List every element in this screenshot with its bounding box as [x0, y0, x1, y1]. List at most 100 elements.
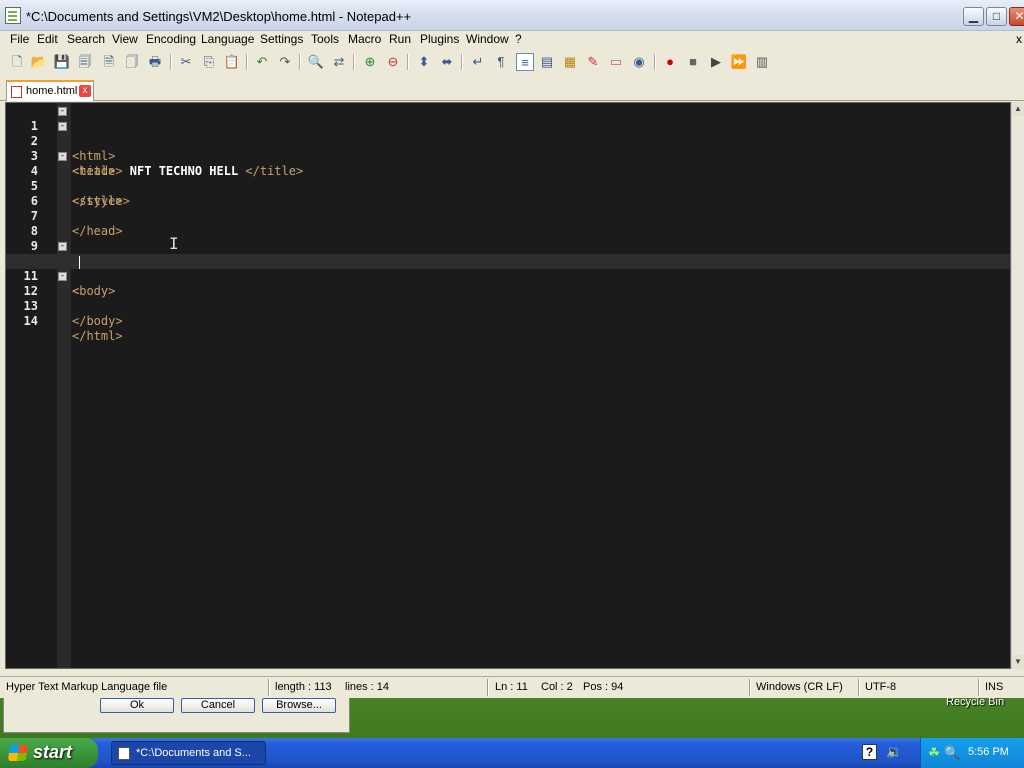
show-all-characters-icon[interactable]: ¶: [492, 53, 510, 71]
status-ln: Ln : 11: [495, 681, 528, 693]
redo-icon[interactable]: ↷: [276, 53, 294, 71]
print-icon[interactable]: 🖶: [146, 53, 164, 71]
code-line: 12 - </body>: [6, 269, 1010, 329]
clock[interactable]: 5:56 PM: [968, 746, 1009, 758]
menu-edit[interactable]: Edit: [35, 32, 60, 46]
network-icon[interactable]: ☘: [926, 745, 942, 761]
ibeam-cursor-icon: I: [169, 234, 179, 253]
text-caret: [79, 256, 80, 269]
menu-plugins[interactable]: Plugins: [418, 32, 461, 46]
vertical-scrollbar[interactable]: ▲ ▼: [1011, 102, 1024, 669]
status-divider: [487, 679, 488, 696]
notepadpp-window: *C:\Documents and Settings\VM2\Desktop\h…: [0, 0, 1024, 698]
window-title: *C:\Documents and Settings\VM2\Desktop\h…: [26, 9, 412, 24]
word-wrap-icon[interactable]: ↵: [469, 53, 487, 71]
title-bar[interactable]: *C:\Documents and Settings\VM2\Desktop\h…: [0, 0, 1024, 31]
dialog-browse-button[interactable]: Browse...: [262, 698, 336, 713]
code-line: 7 </head>: [6, 194, 1010, 238]
save-all-icon[interactable]: 🗐: [76, 53, 94, 71]
line-number: 14: [23, 314, 38, 328]
search-tray-icon[interactable]: 🔍: [944, 745, 960, 761]
sync-vertical-icon[interactable]: ⬍: [415, 53, 433, 71]
volume-icon[interactable]: 🔉: [886, 744, 902, 760]
scroll-down-arrow-icon[interactable]: ▼: [1012, 655, 1024, 669]
file-modified-icon: [11, 86, 22, 98]
menu-file[interactable]: File: [8, 32, 31, 46]
current-code-line: 11 <: [6, 254, 1010, 298]
menu-macro[interactable]: Macro: [346, 32, 383, 46]
task-label: *C:\Documents and S...: [136, 747, 251, 759]
code-line: 13: [6, 284, 1010, 313]
status-divider: [268, 679, 269, 696]
code-editor[interactable]: 1 - <html> 2 - <head> 3 <title> NFT TECH…: [5, 102, 1011, 669]
menu-run[interactable]: Run: [387, 32, 413, 46]
code-line: 14 </html>: [6, 299, 1010, 343]
fold-toggle-icon[interactable]: -: [58, 242, 67, 251]
toolbar: 🗋 📂 💾 🗐 🗎 🗍 🖶 ✂ ⎘ 📋 ↶ ↷ 🔍 ⇄ ⊕ ⊖ ⬍ ⬌ ↵ ¶ …: [0, 50, 1024, 74]
menu-encoding[interactable]: Encoding: [144, 32, 198, 46]
run-macro-multiple-icon[interactable]: ⏩: [730, 53, 748, 71]
menu-tools[interactable]: Tools: [309, 32, 341, 46]
scroll-up-arrow-icon[interactable]: ▲: [1012, 102, 1024, 116]
indent-guide-icon[interactable]: ≡: [516, 53, 534, 71]
find-icon[interactable]: 🔍: [307, 53, 325, 71]
code-line: 8: [6, 209, 1010, 238]
zoom-in-icon[interactable]: ⊕: [361, 53, 379, 71]
menu-view[interactable]: View: [110, 32, 140, 46]
status-eol[interactable]: Windows (CR LF): [756, 681, 843, 693]
scroll-thumb[interactable]: [1012, 116, 1024, 655]
doc-map-icon[interactable]: ▤: [538, 53, 556, 71]
status-encoding[interactable]: UTF-8: [865, 681, 896, 693]
save-icon[interactable]: 💾: [53, 53, 71, 71]
notepadpp-app-icon[interactable]: [5, 7, 21, 24]
notepadpp-task-icon: [118, 747, 130, 760]
code-line: 6: [6, 179, 1010, 208]
open-file-icon[interactable]: 📂: [30, 53, 48, 71]
close-icon[interactable]: 🗎: [100, 53, 118, 71]
fold-toggle-icon[interactable]: -: [58, 272, 67, 281]
minimize-button[interactable]: ▁: [963, 7, 984, 26]
help-icon[interactable]: ?: [862, 744, 877, 760]
save-macro-icon[interactable]: ▥: [753, 53, 771, 71]
cut-icon[interactable]: ✂: [177, 53, 195, 71]
tab-home-html[interactable]: home.html x: [6, 80, 94, 101]
fold-toggle-icon[interactable]: -: [58, 122, 67, 131]
code-line: 2 - <head>: [6, 119, 1010, 179]
status-divider: [749, 679, 750, 696]
menu-help[interactable]: ?: [513, 32, 524, 46]
close-doc-x[interactable]: x: [1014, 32, 1024, 46]
menu-settings[interactable]: Settings: [258, 32, 305, 46]
replace-icon[interactable]: ⇄: [330, 53, 348, 71]
folder-workspace-icon[interactable]: ✎: [584, 53, 602, 71]
eye-icon[interactable]: ◉: [630, 53, 648, 71]
copy-icon[interactable]: ⎘: [200, 53, 218, 71]
menu-language[interactable]: Language: [199, 32, 256, 46]
dialog-ok-button[interactable]: Ok: [100, 698, 174, 713]
status-lines: lines : 14: [345, 681, 390, 693]
function-list-icon[interactable]: ▦: [561, 53, 579, 71]
tab-close-icon[interactable]: x: [79, 85, 91, 97]
fold-toggle-icon[interactable]: -: [58, 107, 67, 116]
menu-bar: File Edit Search View Encoding Language …: [0, 31, 1024, 49]
start-button[interactable]: start: [0, 738, 98, 768]
status-insert-mode[interactable]: INS: [985, 681, 1003, 693]
menu-window[interactable]: Window: [464, 32, 511, 46]
maximize-button[interactable]: □: [986, 7, 1007, 26]
sync-horizontal-icon[interactable]: ⬌: [438, 53, 456, 71]
paste-icon[interactable]: 📋: [223, 53, 241, 71]
close-all-icon[interactable]: 🗍: [123, 53, 141, 71]
new-file-icon[interactable]: 🗋: [8, 53, 26, 71]
zoom-out-icon[interactable]: ⊖: [384, 53, 402, 71]
dialog-cancel-button[interactable]: Cancel: [181, 698, 255, 713]
undo-icon[interactable]: ↶: [253, 53, 271, 71]
system-tray: ☘ 🔍 5:56 PM: [920, 738, 1024, 768]
taskbar-notepadpp-button[interactable]: *C:\Documents and S...: [111, 741, 266, 765]
menu-search[interactable]: Search: [65, 32, 107, 46]
monitoring-icon[interactable]: ▭: [607, 53, 625, 71]
record-macro-icon[interactable]: ●: [661, 53, 679, 71]
code-line: 4 - <style>: [6, 149, 1010, 209]
close-window-button[interactable]: ✕: [1009, 7, 1024, 26]
stop-record-icon[interactable]: ■: [684, 53, 702, 71]
fold-toggle-icon[interactable]: -: [58, 152, 67, 161]
play-macro-icon[interactable]: ▶: [707, 53, 725, 71]
